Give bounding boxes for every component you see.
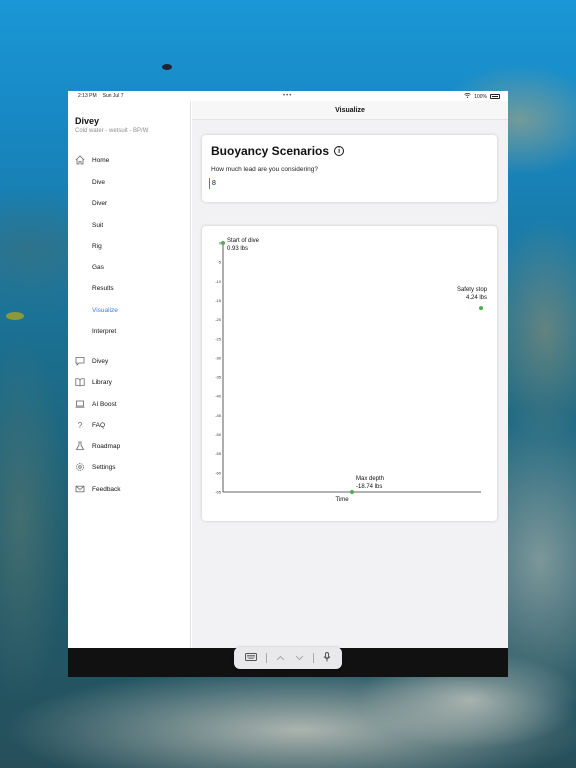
y-tick-label: -35 xyxy=(215,375,222,380)
status-date: Sun Jul 7 xyxy=(102,93,124,99)
lead-input[interactable] xyxy=(209,178,259,189)
home-indicator[interactable] xyxy=(220,671,356,674)
point-value-label: 0.93 lbs xyxy=(227,246,248,252)
status-bar: 2:13 PM Sun Jul 7 ••• 100% xyxy=(68,91,508,101)
buoyancy-chart-card: 0 -5 -10 -15 -20 -25 -30 -35 -40 -45 -50 -55 -60 -65 T… xyxy=(202,226,497,521)
sidebar-item-suit[interactable]: Suit xyxy=(68,216,191,234)
x-axis-label: Time xyxy=(335,497,349,503)
sidebar-item-label: Settings xyxy=(92,463,116,471)
sidebar-item-label: AI Boost xyxy=(92,400,117,408)
envelope-icon xyxy=(75,484,85,494)
buoyancy-card: Buoyancy Scenarios i How much lead are y… xyxy=(202,135,497,202)
sidebar-item-interpret[interactable]: Interpret xyxy=(68,322,191,340)
sidebar-item-gas[interactable]: Gas xyxy=(68,258,191,276)
gear-icon xyxy=(75,462,85,472)
sidebar-item-label: Rig xyxy=(92,242,102,250)
card-heading: Buoyancy Scenarios i xyxy=(211,144,345,158)
y-tick-label: -30 xyxy=(215,355,222,360)
sidebar-item-faq[interactable]: ? FAQ xyxy=(68,416,191,434)
data-point xyxy=(350,490,354,494)
sidebar-item-roadmap[interactable]: Roadmap xyxy=(68,437,191,455)
sidebar-item-settings[interactable]: Settings xyxy=(68,458,191,476)
sidebar-item-label: Visualize xyxy=(92,306,118,314)
ipad-window: 2:13 PM Sun Jul 7 ••• 100% Divey Cold wa… xyxy=(68,91,508,677)
sidebar-item-home[interactable]: Home xyxy=(68,151,191,169)
app-title: Divey xyxy=(75,116,100,126)
y-tick-label: -25 xyxy=(215,336,222,341)
sidebar-item-ai-boost[interactable]: AI Boost xyxy=(68,395,191,413)
sidebar-item-results[interactable]: Results xyxy=(68,279,191,297)
fish-shape xyxy=(6,312,24,320)
sidebar-item-label: Library xyxy=(92,378,112,386)
sidebar-item-label: Feedback xyxy=(92,485,121,493)
sidebar-item-diver[interactable]: Diver xyxy=(68,194,191,212)
divider xyxy=(312,653,314,663)
y-tick-label: -10 xyxy=(215,279,222,284)
sidebar-item-label: FAQ xyxy=(92,421,106,429)
question-icon: ? xyxy=(77,420,83,430)
flask-icon xyxy=(75,441,85,451)
app-subtitle: Cold water - wetsuit - BP/W xyxy=(75,128,149,134)
data-point xyxy=(221,241,225,245)
sidebar-item-label: Gas xyxy=(92,263,104,271)
y-tick-label: -5 xyxy=(217,260,221,265)
book-icon xyxy=(75,377,85,387)
sidebar-item-label: Interpret xyxy=(92,327,117,335)
y-tick-label: -65 xyxy=(215,490,222,495)
sidebar-item-label: Divey xyxy=(92,357,109,365)
sidebar: Divey Cold water - wetsuit - BP/W Home D… xyxy=(68,101,191,648)
y-tick-label: -60 xyxy=(215,470,222,475)
status-right: 100% xyxy=(464,92,500,100)
sidebar-item-label: Dive xyxy=(92,178,106,186)
sidebar-item-rig[interactable]: Rig xyxy=(68,237,191,255)
multitask-dots[interactable]: ••• xyxy=(283,93,292,99)
sidebar-item-label: Roadmap xyxy=(92,442,121,450)
sidebar-item-label: Suit xyxy=(92,221,104,229)
sidebar-item-visualize[interactable]: Visualize xyxy=(68,301,191,319)
wifi-icon xyxy=(464,92,471,100)
buoyancy-chart: 0-5-10-15-20-25-30-35-40-45-50-55-60-65T… xyxy=(215,238,488,503)
sidebar-item-library[interactable]: Library xyxy=(68,373,191,391)
point-label: Start of dive xyxy=(227,238,260,244)
page-title: Visualize xyxy=(192,101,508,120)
keyboard-icon[interactable] xyxy=(244,653,257,663)
chat-bubble-icon xyxy=(75,356,85,366)
sidebar-item-label: Diver xyxy=(92,199,108,207)
y-tick-label: -20 xyxy=(215,317,222,322)
chevron-up-icon[interactable] xyxy=(276,654,285,663)
sidebar-item-feedback[interactable]: Feedback xyxy=(68,480,191,498)
point-value-label: 4.24 lbs xyxy=(466,295,487,301)
battery-icon xyxy=(490,94,500,99)
y-tick-label: -55 xyxy=(215,451,222,456)
battery-percent: 100% xyxy=(474,93,487,100)
card-heading-text: Buoyancy Scenarios xyxy=(211,144,330,158)
status-time: 2:13 PM xyxy=(78,93,97,99)
point-label: Max depth xyxy=(356,476,384,482)
sidebar-item-label: Home xyxy=(92,156,110,164)
y-tick-label: -50 xyxy=(215,432,222,437)
point-value-label: -18.74 lbs xyxy=(356,484,382,490)
data-point xyxy=(479,306,483,311)
y-tick-label: -40 xyxy=(215,394,222,399)
keyboard-shortcut-bar xyxy=(234,647,342,669)
point-label: Safety stop xyxy=(457,287,488,293)
info-icon[interactable]: i xyxy=(334,146,345,156)
fish-shape xyxy=(162,64,172,70)
chevron-down-icon[interactable] xyxy=(295,654,304,663)
sidebar-item-label: Results xyxy=(92,284,114,292)
sidebar-item-dive[interactable]: Dive xyxy=(68,173,191,191)
laptop-icon xyxy=(75,399,85,409)
y-tick-label: -15 xyxy=(215,298,222,303)
microphone-icon[interactable] xyxy=(323,652,331,664)
main-content: Visualize Buoyancy Scenarios i How much … xyxy=(192,101,508,648)
sidebar-item-divey[interactable]: Divey xyxy=(68,352,191,370)
y-tick-label: -45 xyxy=(215,413,222,418)
house-icon xyxy=(75,155,85,165)
divider xyxy=(265,653,267,663)
lead-question: How much lead are you considering? xyxy=(211,166,318,173)
